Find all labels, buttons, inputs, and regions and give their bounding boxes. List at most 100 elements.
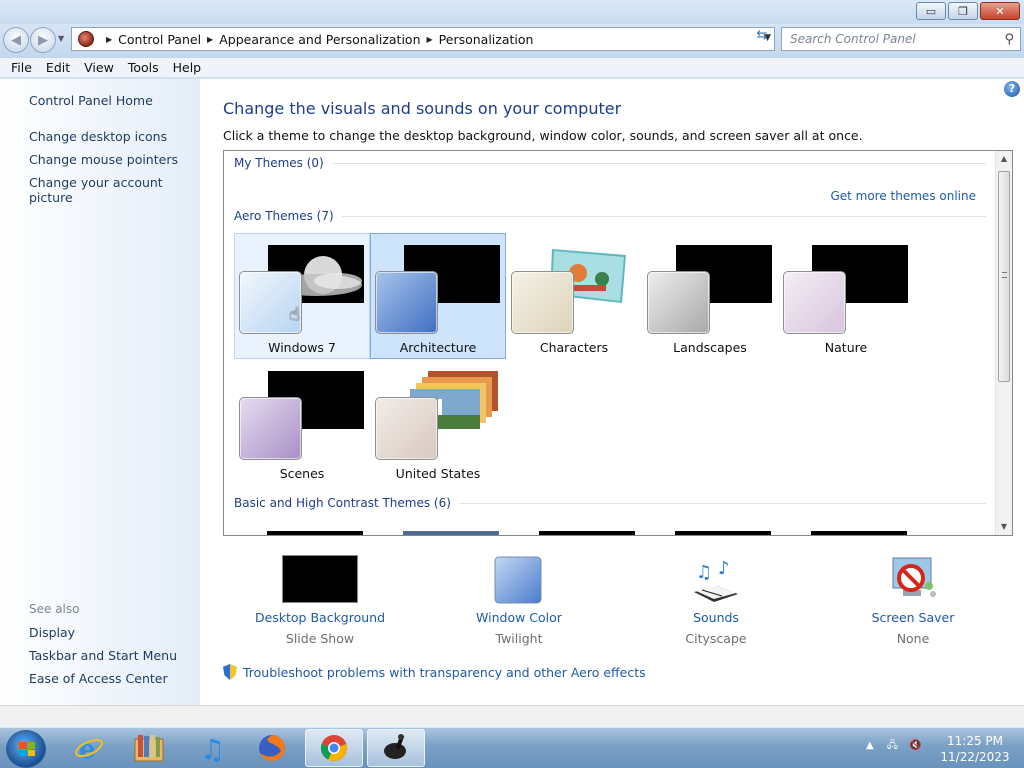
theme-scenes[interactable]: Scenes [234, 359, 370, 485]
ease-of-access-link[interactable]: Ease of Access Center [29, 671, 168, 686]
minimize-button[interactable]: ▭ [916, 2, 946, 20]
basic-theme-preview[interactable] [811, 531, 907, 535]
change-account-picture-link[interactable]: Change your account picture [29, 175, 200, 205]
display-link[interactable]: Display [29, 625, 75, 640]
screen-saver-setting[interactable]: Screen Saver None [813, 554, 1013, 649]
menu-edit[interactable]: Edit [39, 60, 77, 75]
music-note-icon: ♫ [200, 733, 225, 763]
group-divider [341, 215, 986, 217]
back-button[interactable]: ◀ [3, 27, 29, 53]
breadcrumb-arrow-icon[interactable]: ▶ [427, 35, 433, 44]
forward-arrow-icon: ▶ [38, 32, 48, 48]
theme-list[interactable]: My Themes (0) Get more themes online Aer… [223, 150, 1013, 536]
breadcrumb-appearance[interactable]: Appearance and Personalization [219, 32, 420, 47]
window-controls: ▭ ❐ ✕ [916, 2, 1020, 20]
setting-value: None [896, 631, 930, 646]
window-color-swatch [375, 271, 438, 334]
refresh-button[interactable]: ⇆ [751, 28, 773, 48]
theme-label: United States [395, 466, 481, 481]
get-more-themes-link[interactable]: Get more themes online [830, 189, 976, 203]
search-icon[interactable]: ⚲ [1004, 32, 1014, 47]
setting-label[interactable]: Window Color [419, 610, 619, 625]
setting-label[interactable]: Desktop Background [220, 610, 420, 625]
taskbar-internet-explorer[interactable]: e [60, 729, 118, 767]
personalization-paint-icon [384, 734, 406, 759]
taskbar: e ♫ ▲ 🖧 🔇 11:25 PM 11/22/2023 [0, 727, 1024, 768]
library-folder-icon [134, 735, 164, 762]
theme-nature[interactable]: Nature [778, 233, 914, 359]
change-desktop-icons-link[interactable]: Change desktop icons [29, 129, 167, 144]
basic-theme-preview[interactable] [539, 531, 635, 535]
setting-value: Slide Show [285, 631, 355, 646]
svg-text:e: e [79, 735, 96, 763]
help-icon[interactable]: ? [1004, 81, 1020, 97]
address-bar[interactable]: ▶ Control Panel ▶ Appearance and Persona… [71, 27, 775, 51]
start-button[interactable] [6, 730, 46, 768]
window-color-setting[interactable]: Window Color Twilight [419, 554, 619, 649]
clock[interactable]: 11:25 PM 11/22/2023 [940, 733, 1010, 765]
window-color-swatch [783, 271, 846, 334]
theme-windows-7[interactable]: ☝ Windows 7 [234, 233, 370, 359]
group-my-themes: My Themes (0) [234, 156, 986, 170]
system-tray: ▲ 🖧 🔇 [866, 738, 922, 755]
taskbar-firefox[interactable] [243, 729, 301, 767]
change-mouse-pointers-link[interactable]: Change mouse pointers [29, 152, 178, 167]
internet-explorer-icon: e [75, 735, 103, 763]
theme-label: Windows 7 [268, 340, 336, 355]
breadcrumb-arrow-icon[interactable]: ▶ [207, 35, 213, 44]
recent-pages-dropdown[interactable]: ▼ [58, 34, 64, 43]
breadcrumb-personalization[interactable]: Personalization [439, 32, 534, 47]
basic-theme-preview[interactable] [267, 531, 363, 535]
breadcrumb-arrow-icon[interactable]: ▶ [106, 35, 112, 44]
basic-theme-preview[interactable] [675, 531, 771, 535]
forward-button[interactable]: ▶ [30, 27, 56, 53]
firefox-icon [259, 735, 285, 761]
theme-landscapes[interactable]: Landscapes [642, 233, 778, 359]
screen-saver-icon [892, 557, 936, 597]
menu-file[interactable]: File [4, 60, 39, 75]
volume-muted-icon[interactable]: 🔇 [909, 740, 921, 751]
theme-label: Scenes [279, 466, 325, 481]
search-input[interactable]: Search Control Panel ⚲ [781, 27, 1021, 51]
setting-label[interactable]: Screen Saver [813, 610, 1013, 625]
menu-view[interactable]: View [77, 60, 121, 75]
chrome-icon [320, 735, 347, 761]
thumb-grip [1002, 272, 1007, 278]
close-button[interactable]: ✕ [980, 2, 1020, 20]
sounds-setting[interactable]: ♫ ♪ Sounds Cityscape [616, 554, 816, 649]
theme-united-states[interactable]: United States [370, 359, 506, 485]
see-also-heading: See also [29, 602, 80, 616]
setting-label[interactable]: Sounds [616, 610, 816, 625]
scroll-thumb[interactable] [998, 171, 1010, 382]
desktop-background-setting[interactable]: Desktop Background Slide Show [220, 554, 420, 649]
menu-tools[interactable]: Tools [121, 60, 166, 75]
theme-characters[interactable]: Characters [506, 233, 642, 359]
taskbar-chrome[interactable] [305, 729, 363, 767]
network-icon[interactable]: 🖧 [887, 740, 898, 751]
restore-button[interactable]: ❐ [948, 2, 978, 20]
breadcrumb-control-panel[interactable]: Control Panel [118, 32, 201, 47]
hand-cursor-icon: ☝ [289, 304, 300, 325]
taskbar-personalization[interactable] [367, 729, 425, 767]
scroll-up-arrow-icon[interactable]: ▲ [996, 151, 1012, 167]
left-task-pane: Control Panel Home Change desktop icons … [0, 79, 200, 705]
theme-architecture[interactable]: Architecture [370, 233, 506, 359]
scroll-down-arrow-icon[interactable]: ▼ [996, 519, 1012, 535]
clock-time: 11:25 PM [947, 734, 1003, 748]
menu-help[interactable]: Help [166, 60, 209, 75]
desktop-background-icon [282, 555, 358, 603]
taskbar-start-menu-link[interactable]: Taskbar and Start Menu [29, 648, 177, 663]
taskbar-windows-explorer[interactable] [120, 729, 178, 767]
setting-value: Twilight [495, 631, 543, 646]
show-hidden-icons[interactable]: ▲ [866, 740, 874, 751]
control-panel-home-link[interactable]: Control Panel Home [29, 93, 153, 108]
troubleshoot-label[interactable]: Troubleshoot problems with transparency … [243, 665, 646, 680]
theme-label: Landscapes [673, 340, 747, 355]
basic-theme-preview[interactable] [403, 531, 499, 535]
clock-date: 11/22/2023 [940, 750, 1010, 764]
theme-list-scrollbar[interactable]: ▲ ▼ [995, 151, 1012, 535]
setting-value: Cityscape [685, 631, 747, 646]
troubleshoot-link[interactable]: Troubleshoot problems with transparency … [223, 664, 646, 680]
search-placeholder: Search Control Panel [790, 32, 916, 46]
taskbar-itunes[interactable]: ♫ [182, 729, 240, 767]
